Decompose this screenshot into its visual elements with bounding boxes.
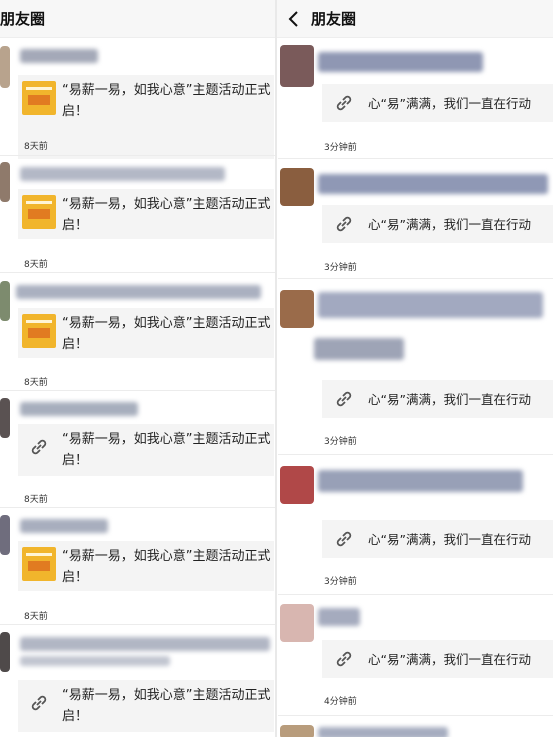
avatar[interactable]: [280, 725, 314, 737]
blurred-username[interactable]: [20, 402, 138, 416]
shared-link-card[interactable]: 心“易”满满，我们一直在行动: [322, 84, 553, 122]
post-separator: [278, 715, 553, 716]
shared-link-card[interactable]: “易薪一易，如我心意”主题活动正式启！: [18, 424, 274, 476]
avatar[interactable]: [280, 466, 314, 504]
article-title: “易薪一易，如我心意”主题活动正式启！: [62, 432, 271, 468]
blurred-post-text: [20, 656, 170, 666]
article-thumbnail: [22, 547, 56, 581]
link-icon: [328, 208, 360, 240]
blurred-username[interactable]: [16, 285, 261, 299]
shared-link-card[interactable]: 心“易”满满，我们一直在行动: [322, 520, 553, 558]
post-time: 3分钟前: [324, 577, 357, 587]
article-title: 心“易”满满，我们一直在行动: [368, 651, 531, 667]
blurred-post-text: [314, 338, 404, 360]
post-time: 8天前: [24, 612, 48, 622]
blurred-username[interactable]: [318, 727, 448, 737]
post-separator: [278, 278, 553, 279]
link-icon: [328, 523, 360, 555]
article-title: “易薪一易，如我心意”主题活动正式启！: [62, 688, 271, 724]
avatar[interactable]: [0, 515, 10, 555]
post-time: 8天前: [24, 495, 48, 505]
avatar[interactable]: [280, 168, 314, 206]
article-title: 心“易”满满，我们一直在行动: [368, 391, 531, 407]
post-time: 8天前: [24, 142, 48, 152]
avatar[interactable]: [280, 604, 314, 642]
post-separator: [0, 155, 275, 156]
article-title: 心“易”满满，我们一直在行动: [368, 531, 531, 547]
link-icon: [22, 686, 56, 720]
avatar[interactable]: [280, 45, 314, 87]
blurred-username[interactable]: [318, 174, 548, 194]
blurred-username[interactable]: [318, 292, 543, 318]
avatar[interactable]: [0, 632, 10, 672]
right-posts-layer: 心“易”满满，我们一直在行动 3分钟前 心“易”满满，我们一直在行动 3分钟前 …: [278, 0, 553, 737]
link-icon: [328, 87, 360, 119]
post-separator: [278, 594, 553, 595]
post-separator: [0, 272, 275, 273]
shared-article-card[interactable]: “易薪一易，如我心意”主题活动正式启！: [18, 308, 274, 358]
shared-article-card[interactable]: “易薪一易，如我心意”主题活动正式启！: [18, 541, 274, 591]
screenshot-root: 朋友圈 “易薪一易，如我心意”主题活动正式启！ 朋友圈 8天前 “易薪一易，如我…: [0, 0, 553, 737]
blurred-username[interactable]: [318, 608, 360, 626]
article-thumbnail: [22, 195, 56, 229]
article-title: “易薪一易，如我心意”主题活动正式启！: [62, 549, 271, 585]
post-time: 4分钟前: [324, 697, 357, 707]
post-separator: [0, 390, 275, 391]
article-title: 心“易”满满，我们一直在行动: [368, 216, 531, 232]
shared-link-card[interactable]: 心“易”满满，我们一直在行动: [322, 380, 553, 418]
shared-article-card[interactable]: “易薪一易，如我心意”主题活动正式启！: [18, 189, 274, 239]
avatar[interactable]: [280, 290, 314, 328]
link-icon: [328, 643, 360, 675]
article-thumbnail: [22, 314, 56, 348]
post-separator: [0, 507, 275, 508]
blurred-username[interactable]: [20, 519, 108, 533]
avatar[interactable]: [0, 398, 10, 438]
post-time: 8天前: [24, 260, 48, 270]
post-separator: [278, 158, 553, 159]
article-title: 心“易”满满，我们一直在行动: [368, 95, 531, 111]
blurred-username[interactable]: [20, 637, 270, 651]
post-time: 3分钟前: [324, 263, 357, 273]
post-time: 3分钟前: [324, 437, 357, 447]
avatar[interactable]: [0, 281, 10, 321]
article-title: “易薪一易，如我心意”主题活动正式启！: [62, 197, 271, 233]
shared-link-card[interactable]: “易薪一易，如我心意”主题活动正式启！: [18, 680, 274, 732]
link-icon: [22, 430, 56, 464]
shared-link-card[interactable]: 心“易”满满，我们一直在行动: [322, 640, 553, 678]
blurred-username[interactable]: [318, 52, 483, 72]
shared-link-card[interactable]: 心“易”满满，我们一直在行动: [322, 205, 553, 243]
article-title: “易薪一易，如我心意”主题活动正式启！: [62, 316, 271, 352]
post-separator: [278, 454, 553, 455]
left-posts-layer: 8天前 “易薪一易，如我心意”主题活动正式启！ 8天前 “易薪一易，如我心意”主…: [0, 0, 275, 737]
post-time: 3分钟前: [324, 143, 357, 153]
post-separator: [0, 624, 275, 625]
blurred-username[interactable]: [20, 167, 225, 181]
post-time: 8天前: [24, 378, 48, 388]
avatar[interactable]: [0, 162, 10, 202]
link-icon: [328, 383, 360, 415]
blurred-username[interactable]: [318, 470, 523, 492]
